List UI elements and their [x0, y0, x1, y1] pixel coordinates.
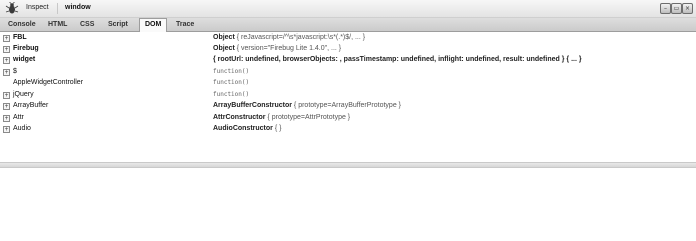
dom-row[interactable]: + FBL Object { reJavascript=/^\s*javascr…: [0, 33, 696, 43]
expand-toggle-icon[interactable]: +: [3, 35, 10, 42]
inspect-button[interactable]: Inspect: [26, 4, 49, 11]
property-value[interactable]: AttrConstructor { prototype=AttrPrototyp…: [213, 113, 350, 123]
property-value[interactable]: { rootUrl: undefined, browserObjects: , …: [213, 55, 582, 65]
context-title: window: [65, 4, 91, 11]
property-value[interactable]: function(): [213, 90, 249, 100]
dom-panel: + FBL Object { reJavascript=/^\s*javascr…: [0, 32, 696, 162]
tab-script[interactable]: Script: [103, 19, 133, 31]
property-name[interactable]: $: [13, 67, 17, 77]
firebug-toolbar: Inspect window – ▭ ×: [0, 0, 696, 18]
property-name[interactable]: ArrayBuffer: [13, 101, 48, 111]
command-line-editor[interactable]: [0, 168, 696, 241]
expand-toggle-icon[interactable]: +: [3, 57, 10, 64]
property-value[interactable]: function(): [213, 78, 249, 88]
dom-row[interactable]: + Audio AudioConstructor { }: [0, 124, 696, 134]
close-button[interactable]: ×: [682, 3, 693, 14]
dom-row[interactable]: + Attr AttrConstructor { prototype=AttrP…: [0, 113, 696, 123]
property-name[interactable]: FBL: [13, 33, 27, 43]
expand-toggle-icon[interactable]: +: [3, 115, 10, 122]
property-value[interactable]: function(): [213, 67, 249, 77]
property-name[interactable]: Attr: [13, 113, 24, 123]
expand-toggle-icon[interactable]: +: [3, 46, 10, 53]
tab-trace[interactable]: Trace: [171, 19, 199, 31]
property-name[interactable]: AppleWidgetController: [13, 78, 83, 88]
tab-html[interactable]: HTML: [43, 19, 72, 31]
property-name[interactable]: jQuery: [13, 90, 34, 100]
panel-tab-bar: Console HTML CSS Script DOM Trace: [0, 18, 696, 33]
tab-css[interactable]: CSS: [75, 19, 99, 31]
dom-row[interactable]: + widget { rootUrl: undefined, browserOb…: [0, 55, 696, 65]
restore-button[interactable]: ▭: [671, 3, 682, 14]
minimize-button[interactable]: –: [660, 3, 671, 14]
firebug-bug-icon[interactable]: [5, 2, 19, 15]
dom-row[interactable]: + jQuery function(): [0, 90, 696, 100]
dom-row[interactable]: + ArrayBuffer ArrayBufferConstructor { p…: [0, 101, 696, 111]
property-value[interactable]: ArrayBufferConstructor { prototype=Array…: [213, 101, 401, 111]
tab-dom[interactable]: DOM: [139, 18, 168, 33]
toolbar-divider: [57, 3, 58, 14]
property-value[interactable]: AudioConstructor { }: [213, 124, 281, 134]
property-name[interactable]: widget: [13, 55, 35, 65]
expand-toggle-icon[interactable]: +: [3, 126, 10, 133]
dom-row[interactable]: + Firebug Object { version="Firebug Lite…: [0, 44, 696, 54]
property-name[interactable]: Audio: [13, 124, 31, 134]
tab-console[interactable]: Console: [3, 19, 41, 31]
dom-row[interactable]: + $ function(): [0, 67, 696, 77]
property-value[interactable]: Object { version="Firebug Lite 1.4.0", .…: [213, 44, 341, 54]
dom-row[interactable]: AppleWidgetController function(): [0, 78, 696, 88]
expand-toggle-icon[interactable]: +: [3, 92, 10, 99]
expand-toggle-icon[interactable]: +: [3, 103, 10, 110]
property-name[interactable]: Firebug: [13, 44, 39, 54]
expand-toggle-icon[interactable]: +: [3, 69, 10, 76]
property-value[interactable]: Object { reJavascript=/^\s*javascript:\s…: [213, 33, 365, 43]
